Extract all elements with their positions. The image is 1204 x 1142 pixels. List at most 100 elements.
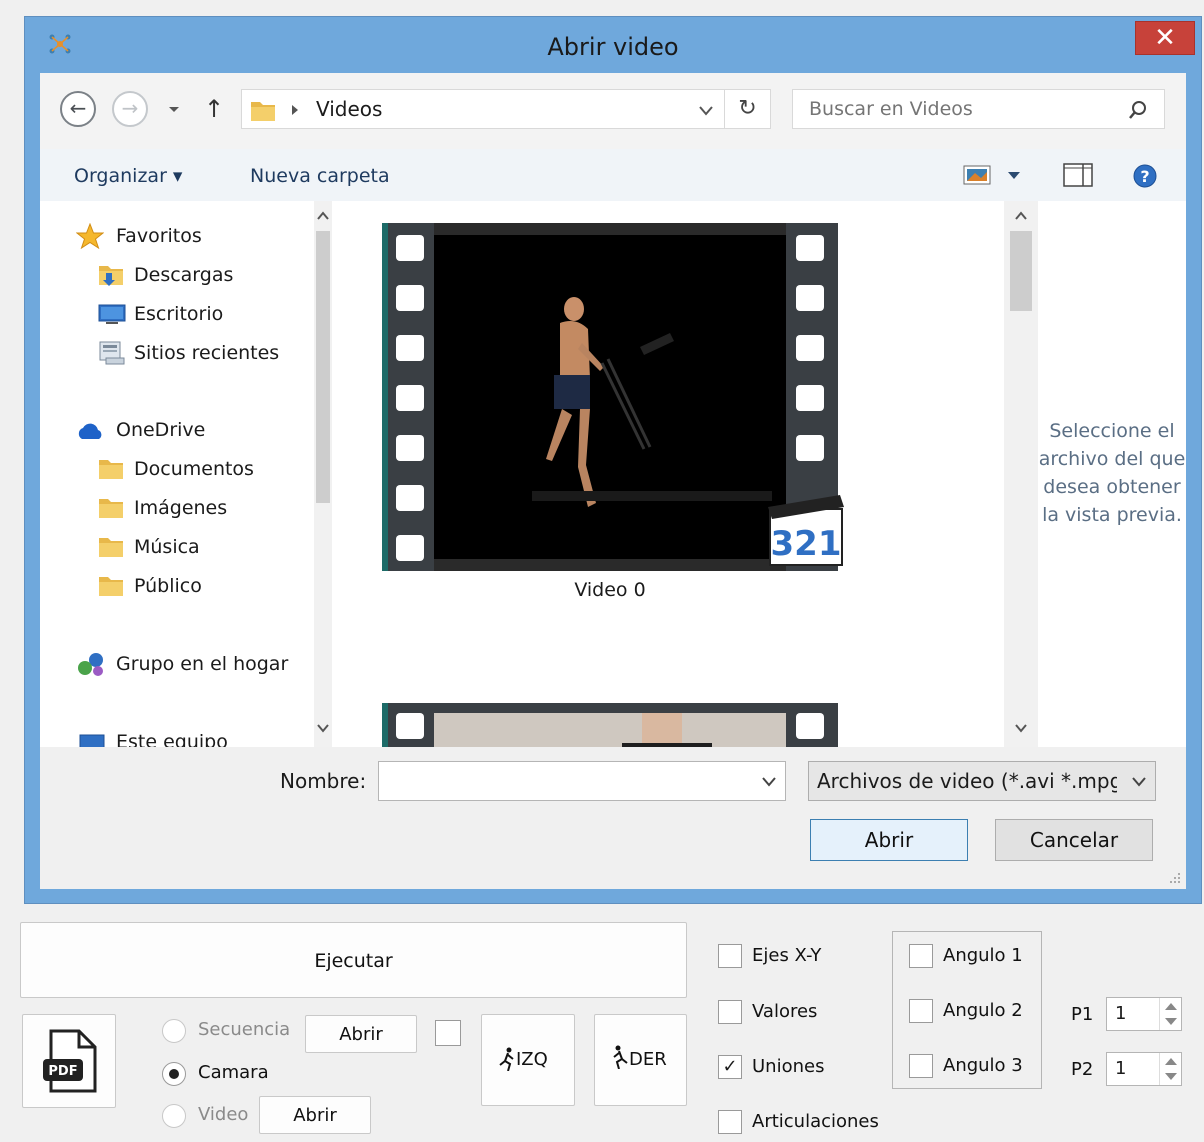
stepper-arrows-icon[interactable] xyxy=(1160,1053,1182,1085)
source-video-radio[interactable] xyxy=(162,1104,186,1128)
p2-spinbox[interactable]: 1 xyxy=(1106,1052,1182,1086)
forward-button[interactable]: → xyxy=(112,91,148,127)
navigation-scrollbar[interactable] xyxy=(314,201,332,747)
angle-1-checkbox[interactable] xyxy=(909,944,933,968)
angle-2-label: Angulo 2 xyxy=(943,1000,1023,1021)
navigation-pane[interactable]: Favoritos Descargas Escritorio Sitios re… xyxy=(40,201,332,747)
source-video-label: Video xyxy=(198,1104,249,1125)
scroll-down-icon[interactable] xyxy=(1015,723,1027,733)
p2-label: P2 xyxy=(1071,1059,1094,1080)
new-folder-button[interactable]: Nueva carpeta xyxy=(250,149,390,201)
navigation-scroll-thumb[interactable] xyxy=(316,231,330,503)
source-camera-radio[interactable] xyxy=(162,1062,186,1086)
axes-checkbox[interactable] xyxy=(718,944,742,968)
view-dropdown-icon[interactable] xyxy=(1006,169,1022,181)
search-box[interactable] xyxy=(792,89,1165,129)
file-item[interactable] xyxy=(382,703,838,747)
check-icon: ✓ xyxy=(722,1056,738,1077)
recent-locations-button[interactable] xyxy=(166,95,182,121)
right-side-button[interactable]: DER xyxy=(594,1014,687,1106)
file-type-filter-value: Archivos de video (*.avi *.mpg xyxy=(817,769,1117,793)
preview-message: Seleccione el archivo del que desea obte… xyxy=(1038,420,1186,526)
back-button[interactable]: ← xyxy=(60,91,96,127)
resize-grip-icon[interactable] xyxy=(1168,871,1182,885)
source-sequence-radio[interactable] xyxy=(162,1019,186,1043)
help-icon[interactable]: ? xyxy=(1132,163,1158,189)
forward-arrow-icon: → xyxy=(121,96,139,120)
source-sequence-label: Secuencia xyxy=(198,1019,291,1040)
pdf-button[interactable]: PDF xyxy=(22,1014,116,1108)
joints-checkbox[interactable]: ✓ xyxy=(718,1055,742,1079)
right-side-label: DER xyxy=(629,1049,667,1070)
folder-icon xyxy=(99,577,123,596)
refresh-button[interactable]: ↻ xyxy=(724,90,770,128)
values-checkbox[interactable] xyxy=(718,1000,742,1024)
joints-label: Uniones xyxy=(752,1056,825,1077)
open-button[interactable]: Abrir xyxy=(810,819,968,861)
nav-onedrive-label: OneDrive xyxy=(116,419,206,441)
articulations-label: Articulaciones xyxy=(752,1111,879,1132)
sequence-open-button[interactable]: Abrir xyxy=(305,1015,417,1053)
search-icon[interactable] xyxy=(1127,99,1149,121)
chevron-down-icon[interactable] xyxy=(761,776,777,788)
video-open-button[interactable]: Abrir xyxy=(259,1096,371,1134)
runner-icon xyxy=(499,1047,514,1071)
filename-combobox[interactable] xyxy=(378,761,786,801)
video-thumbnail xyxy=(382,703,838,747)
up-button[interactable]: ↑ xyxy=(200,89,228,129)
file-list-scrollbar[interactable] xyxy=(1004,201,1038,747)
angle-2-check[interactable]: Angulo 2 xyxy=(909,999,1037,1027)
joints-check[interactable]: ✓ Uniones xyxy=(718,1055,868,1083)
downloads-folder-icon xyxy=(99,266,123,286)
angle-3-checkbox[interactable] xyxy=(909,1054,933,1078)
filename-input[interactable] xyxy=(385,766,745,796)
address-dropdown-icon[interactable] xyxy=(698,104,714,118)
address-bar[interactable]: Videos ↻ xyxy=(241,89,771,129)
folder-icon xyxy=(251,102,275,121)
preview-pane-icon[interactable] xyxy=(1062,161,1094,189)
nav-recent-places-label: Sitios recientes xyxy=(134,342,280,364)
change-view-icon[interactable] xyxy=(962,164,994,186)
source-video-option[interactable]: Video xyxy=(162,1102,262,1130)
p1-spinbox[interactable]: 1 xyxy=(1106,997,1182,1031)
search-input[interactable] xyxy=(807,96,1107,122)
sequence-checkbox[interactable] xyxy=(435,1020,461,1046)
axes-check[interactable]: Ejes X-Y xyxy=(718,944,868,972)
scroll-up-icon[interactable] xyxy=(1015,211,1027,221)
angle-1-check[interactable]: Angulo 1 xyxy=(909,944,1037,972)
organize-menu[interactable]: Organizar ▾ xyxy=(74,149,182,201)
articulations-check[interactable]: Articulaciones xyxy=(718,1110,888,1138)
angle-2-checkbox[interactable] xyxy=(909,999,933,1023)
p1-value[interactable]: 1 xyxy=(1115,1003,1126,1024)
cancel-button[interactable]: Cancelar xyxy=(995,819,1153,861)
address-path[interactable]: Videos xyxy=(316,90,382,128)
scroll-up-icon[interactable] xyxy=(317,211,329,221)
source-camera-option[interactable]: Camara xyxy=(162,1060,302,1088)
file-item[interactable]: 321 Video 0 xyxy=(382,223,844,603)
left-side-label: IZQ xyxy=(516,1049,548,1070)
run-button[interactable]: Ejecutar xyxy=(20,922,687,998)
file-list-scroll-thumb[interactable] xyxy=(1010,231,1032,311)
source-sequence-option[interactable]: Secuencia xyxy=(162,1017,302,1045)
angle-3-check[interactable]: Angulo 3 xyxy=(909,1054,1037,1082)
left-side-button[interactable]: IZQ xyxy=(481,1014,575,1106)
dialog-title: Abrir video xyxy=(547,33,679,61)
filename-label: Nombre: xyxy=(280,769,367,793)
file-type-filter[interactable]: Archivos de video (*.avi *.mpg xyxy=(808,761,1156,801)
articulations-checkbox[interactable] xyxy=(718,1110,742,1134)
up-arrow-icon: ↑ xyxy=(203,95,225,123)
file-name: Video 0 xyxy=(574,579,646,601)
homegroup-icon xyxy=(78,653,103,676)
title-bar[interactable]: Abrir video ✕ xyxy=(25,17,1201,73)
p2-value[interactable]: 1 xyxy=(1115,1058,1126,1079)
nav-images-label: Imágenes xyxy=(134,497,228,519)
desktop-icon xyxy=(98,304,126,324)
close-button[interactable]: ✕ xyxy=(1135,21,1195,55)
video-thumbnail: 321 xyxy=(382,223,844,571)
stepper-arrows-icon[interactable] xyxy=(1160,998,1182,1030)
p2-stepper[interactable] xyxy=(1159,1053,1181,1085)
file-list[interactable]: 321 Video 0 xyxy=(332,201,1004,747)
scroll-down-icon[interactable] xyxy=(317,723,329,733)
p1-stepper[interactable] xyxy=(1159,998,1181,1030)
values-check[interactable]: Valores xyxy=(718,1000,868,1028)
